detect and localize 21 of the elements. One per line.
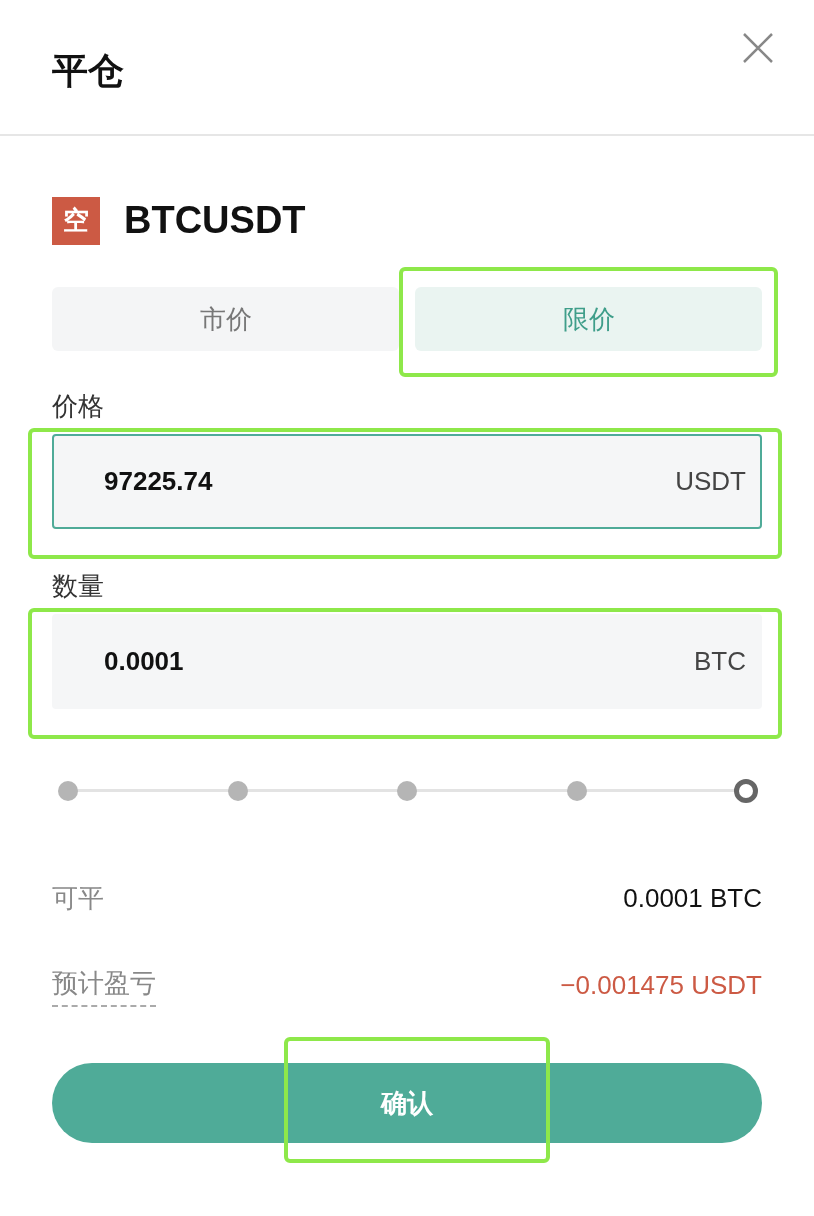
- input-field[interactable]: 0.0001 BTC: [52, 614, 762, 709]
- info-value: −0.001475 USDT: [560, 969, 762, 1002]
- field-label: 价格: [52, 391, 104, 421]
- amount-slider[interactable]: [58, 779, 756, 803]
- info-label: 可平: [52, 882, 104, 915]
- slider-thumb[interactable]: [734, 779, 758, 803]
- order-type-tab[interactable]: 市价: [52, 287, 399, 351]
- order-type-tab[interactable]: 限价: [415, 287, 762, 351]
- unit-label: USDT: [675, 465, 746, 498]
- input-field[interactable]: 97225.74 USDT: [52, 434, 762, 529]
- symbol-name: BTCUSDT: [124, 198, 306, 243]
- dialog-title: 平仓: [52, 49, 124, 93]
- info-label: 预计盈亏: [52, 964, 156, 1007]
- field-value: 0.0001: [104, 645, 184, 678]
- close-icon[interactable]: [742, 32, 774, 64]
- field-value: 97225.74: [104, 465, 213, 498]
- confirm-button[interactable]: 确认: [52, 1063, 762, 1143]
- side-badge: 空: [52, 196, 100, 245]
- unit-label: BTC: [694, 645, 746, 678]
- info-value: 0.0001 BTC: [623, 882, 762, 915]
- field-label: 数量: [52, 571, 104, 601]
